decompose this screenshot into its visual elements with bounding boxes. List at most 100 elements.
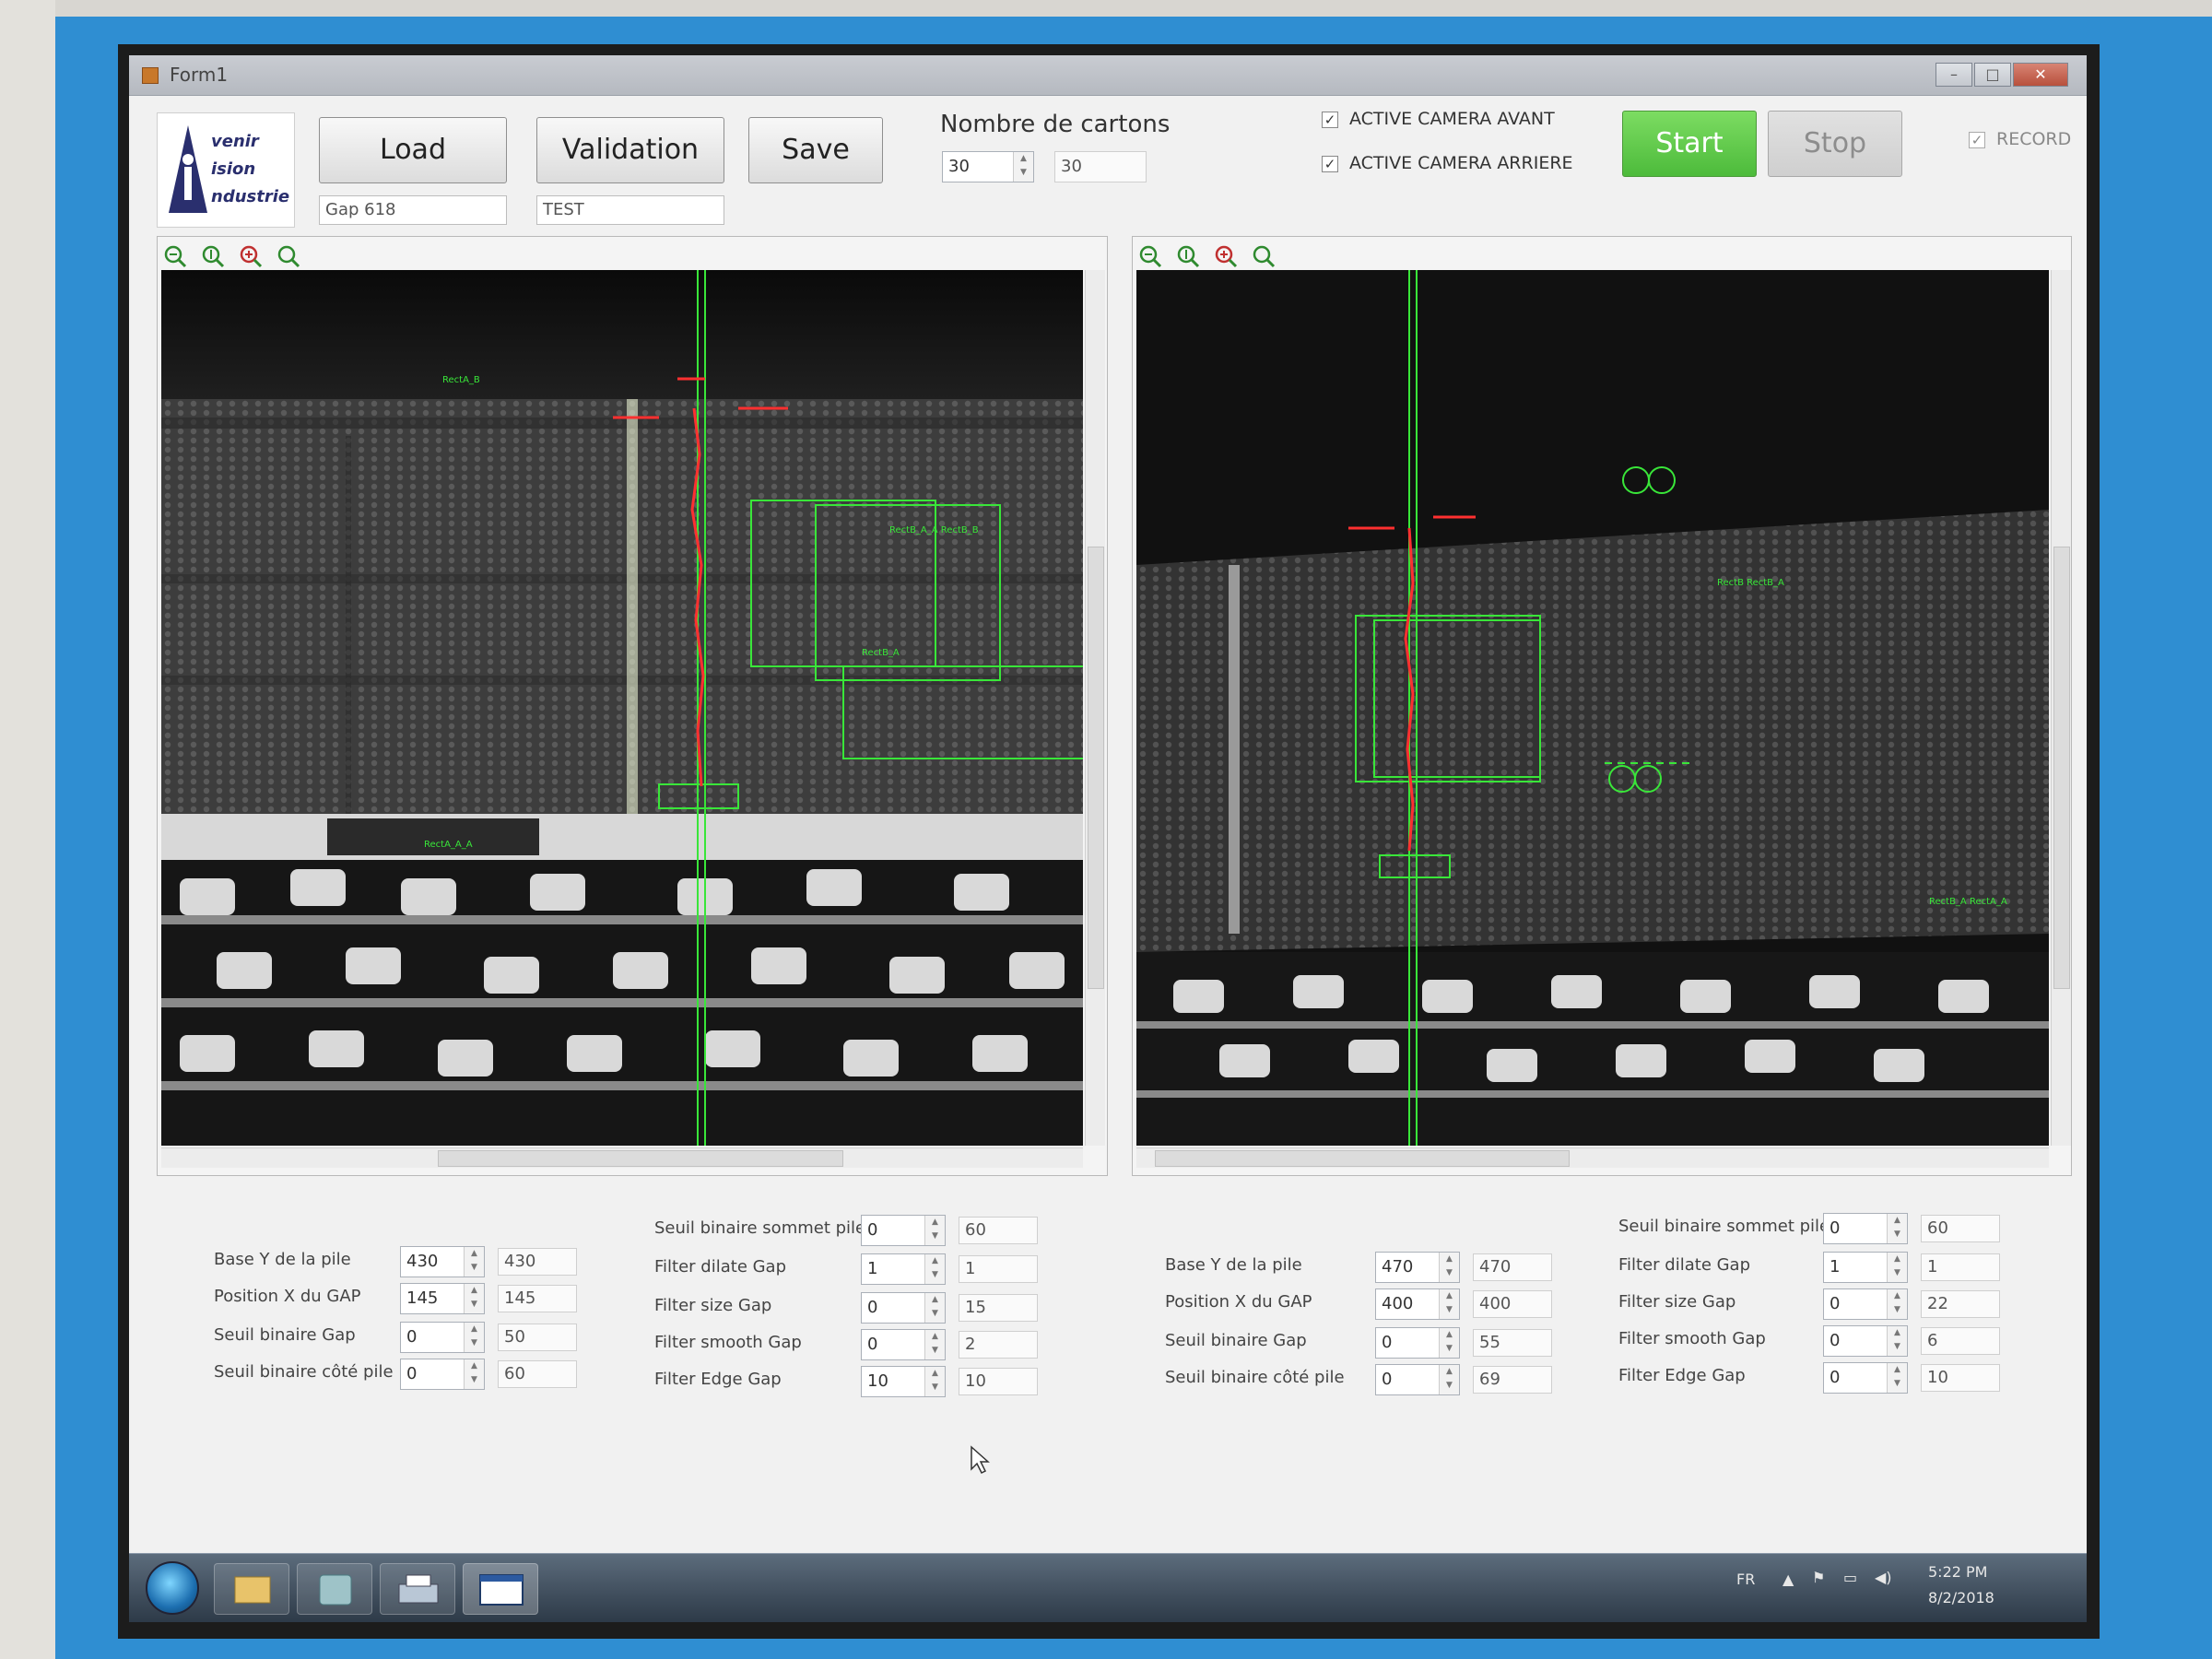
param-spinner[interactable]: 430 ▲ ▼ bbox=[400, 1246, 485, 1277]
spinner-arrows-icon[interactable]: ▲ ▼ bbox=[1439, 1328, 1459, 1358]
zoom-out-icon[interactable] bbox=[1138, 244, 1162, 268]
spinner-arrows-icon[interactable]: ▲ ▼ bbox=[464, 1284, 484, 1313]
clock-time[interactable]: 5:22 PM bbox=[1928, 1563, 1987, 1581]
zoom-actual-icon[interactable] bbox=[1176, 244, 1200, 268]
param-spinner-value: 10 bbox=[867, 1371, 888, 1391]
vertical-scrollbar[interactable] bbox=[2051, 270, 2071, 1146]
network-icon[interactable]: ▭ bbox=[1843, 1569, 1857, 1586]
param-value: 60 bbox=[959, 1217, 1038, 1244]
spinner-arrows-icon[interactable]: ▲ ▼ bbox=[1887, 1289, 1907, 1319]
maximize-button[interactable]: □ bbox=[1974, 63, 2011, 87]
spinner-arrows-icon[interactable]: ▲ ▼ bbox=[924, 1293, 945, 1323]
param-value: 22 bbox=[1921, 1290, 2000, 1318]
scrollbar-thumb[interactable] bbox=[2053, 547, 2070, 989]
camera-view-rear[interactable]: RectB RectB_A RectB_A RectA_A bbox=[1136, 270, 2049, 1146]
zoom-fit-icon[interactable] bbox=[276, 244, 300, 268]
camera-view-front[interactable]: RectA_B RectB_A_A RectB_B RectB_A RectA_… bbox=[161, 270, 1083, 1146]
param-spinner-value: 0 bbox=[1382, 1333, 1393, 1352]
param-spinner[interactable]: 0 ▲ ▼ bbox=[1823, 1325, 1908, 1357]
spinner-arrows-icon[interactable]: ▲ ▼ bbox=[1887, 1363, 1907, 1393]
spinner-arrows-icon[interactable]: ▲ ▼ bbox=[924, 1254, 945, 1284]
scrollbar-thumb[interactable] bbox=[1088, 547, 1104, 989]
form-window-taskbar-icon[interactable] bbox=[463, 1563, 538, 1615]
param-spinner[interactable]: 0 ▲ ▼ bbox=[1375, 1364, 1460, 1395]
spinner-arrows-icon[interactable]: ▲ ▼ bbox=[1887, 1253, 1907, 1282]
horizontal-scrollbar[interactable] bbox=[161, 1147, 1083, 1168]
param-value: 55 bbox=[1473, 1329, 1552, 1357]
spinner-arrows-icon[interactable]: ▲ ▼ bbox=[1013, 152, 1033, 182]
param-spinner[interactable]: 0 ▲ ▼ bbox=[861, 1329, 946, 1360]
volume-icon[interactable]: ◀) bbox=[1875, 1569, 1892, 1586]
camera-avant-checkbox[interactable]: ✓ ACTIVE CAMERA AVANT bbox=[1322, 109, 1555, 129]
param-spinner-value: 430 bbox=[406, 1252, 439, 1271]
checkbox-checked-icon[interactable]: ✓ bbox=[1322, 111, 1338, 128]
param-spinner[interactable]: 0 ▲ ▼ bbox=[1375, 1327, 1460, 1359]
zoom-actual-icon[interactable] bbox=[201, 244, 225, 268]
param-spinner[interactable]: 10 ▲ ▼ bbox=[861, 1366, 946, 1397]
param-spinner[interactable]: 0 ▲ ▼ bbox=[1823, 1288, 1908, 1320]
param-spinner[interactable]: 400 ▲ ▼ bbox=[1375, 1288, 1460, 1320]
checkbox-checked-icon[interactable]: ✓ bbox=[1322, 155, 1338, 172]
mouse-cursor-icon bbox=[971, 1445, 990, 1475]
spinner-arrows-icon[interactable]: ▲ ▼ bbox=[1887, 1214, 1907, 1243]
app-taskbar-icon[interactable] bbox=[297, 1563, 372, 1615]
spinner-arrows-icon[interactable]: ▲ ▼ bbox=[924, 1330, 945, 1359]
param-label: Position X du GAP bbox=[1165, 1292, 1312, 1312]
zoom-in-icon[interactable] bbox=[239, 244, 263, 268]
camera-arriere-checkbox[interactable]: ✓ ACTIVE CAMERA ARRIERE bbox=[1322, 153, 1573, 173]
param-spinner[interactable]: 1 ▲ ▼ bbox=[1823, 1252, 1908, 1283]
param-spinner[interactable]: 0 ▲ ▼ bbox=[400, 1359, 485, 1390]
camera-image-rear: RectB RectB_A RectB_A RectA_A bbox=[1136, 270, 2049, 1146]
save-button[interactable]: Save bbox=[748, 117, 883, 183]
zoom-in-icon[interactable] bbox=[1214, 244, 1238, 268]
zoom-out-icon[interactable] bbox=[163, 244, 187, 268]
start-orb-icon[interactable] bbox=[146, 1561, 199, 1615]
clock-date[interactable]: 8/2/2018 bbox=[1928, 1589, 1994, 1606]
record-checkbox[interactable]: ✓ RECORD bbox=[1969, 129, 2071, 149]
load-button[interactable]: Load bbox=[319, 117, 507, 183]
tray-expand-icon[interactable]: ▲ bbox=[1783, 1571, 1794, 1588]
spinner-arrows-icon[interactable]: ▲ ▼ bbox=[464, 1323, 484, 1352]
spinner-arrows-icon[interactable]: ▲ ▼ bbox=[1887, 1326, 1907, 1356]
validation-button[interactable]: Validation bbox=[536, 117, 724, 183]
spinner-arrows-icon[interactable]: ▲ ▼ bbox=[464, 1247, 484, 1277]
spinner-arrows-icon[interactable]: ▲ ▼ bbox=[1439, 1365, 1459, 1394]
param-spinner[interactable]: 1 ▲ ▼ bbox=[861, 1253, 946, 1285]
camera-avant-label: ACTIVE CAMERA AVANT bbox=[1349, 109, 1555, 129]
param-spinner-value: 0 bbox=[1382, 1370, 1393, 1389]
camera-panel-front: RectA_B RectB_A_A RectB_B RectB_A RectA_… bbox=[157, 236, 1108, 1176]
test-name-field[interactable]: TEST bbox=[536, 195, 724, 225]
logo-text-3: ndustrie bbox=[211, 187, 290, 206]
minimize-button[interactable]: – bbox=[1936, 63, 1972, 87]
spinner-arrows-icon[interactable]: ▲ ▼ bbox=[1439, 1253, 1459, 1282]
param-value: 6 bbox=[1921, 1327, 2000, 1355]
param-spinner[interactable]: 0 ▲ ▼ bbox=[1823, 1362, 1908, 1394]
spinner-arrows-icon[interactable]: ▲ ▼ bbox=[1439, 1289, 1459, 1319]
param-spinner[interactable]: 0 ▲ ▼ bbox=[1823, 1213, 1908, 1244]
start-button[interactable]: Start bbox=[1622, 111, 1757, 177]
spinner-arrows-icon[interactable]: ▲ ▼ bbox=[924, 1216, 945, 1245]
explorer-taskbar-icon[interactable] bbox=[214, 1563, 289, 1615]
camera-panel-rear: RectB RectB_A RectB_A RectA_A bbox=[1132, 236, 2072, 1176]
zoom-fit-icon[interactable] bbox=[1252, 244, 1276, 268]
checkbox-checked-icon[interactable]: ✓ bbox=[1969, 131, 1985, 148]
param-spinner[interactable]: 0 ▲ ▼ bbox=[861, 1215, 946, 1246]
stop-button[interactable]: Stop bbox=[1768, 111, 1902, 177]
printer-taskbar-icon[interactable] bbox=[380, 1563, 455, 1615]
param-spinner[interactable]: 0 ▲ ▼ bbox=[400, 1322, 485, 1353]
horizontal-scrollbar[interactable] bbox=[1136, 1147, 2049, 1168]
vertical-scrollbar[interactable] bbox=[1085, 270, 1105, 1146]
scrollbar-thumb[interactable] bbox=[438, 1150, 843, 1167]
param-spinner[interactable]: 145 ▲ ▼ bbox=[400, 1283, 485, 1314]
language-indicator[interactable]: FR bbox=[1736, 1571, 1755, 1588]
nombre-cartons-spinner[interactable]: 30 ▲ ▼ bbox=[942, 151, 1034, 182]
spinner-arrows-icon[interactable]: ▲ ▼ bbox=[464, 1359, 484, 1389]
param-value: 430 bbox=[498, 1248, 577, 1276]
param-spinner[interactable]: 0 ▲ ▼ bbox=[861, 1292, 946, 1324]
scrollbar-thumb[interactable] bbox=[1155, 1150, 1570, 1167]
param-spinner[interactable]: 470 ▲ ▼ bbox=[1375, 1252, 1460, 1283]
close-button[interactable]: ✕ bbox=[2013, 63, 2068, 87]
gap-name-field[interactable]: Gap 618 bbox=[319, 195, 507, 225]
action-center-flag-icon[interactable]: ⚑ bbox=[1812, 1569, 1825, 1586]
spinner-arrows-icon[interactable]: ▲ ▼ bbox=[924, 1367, 945, 1396]
